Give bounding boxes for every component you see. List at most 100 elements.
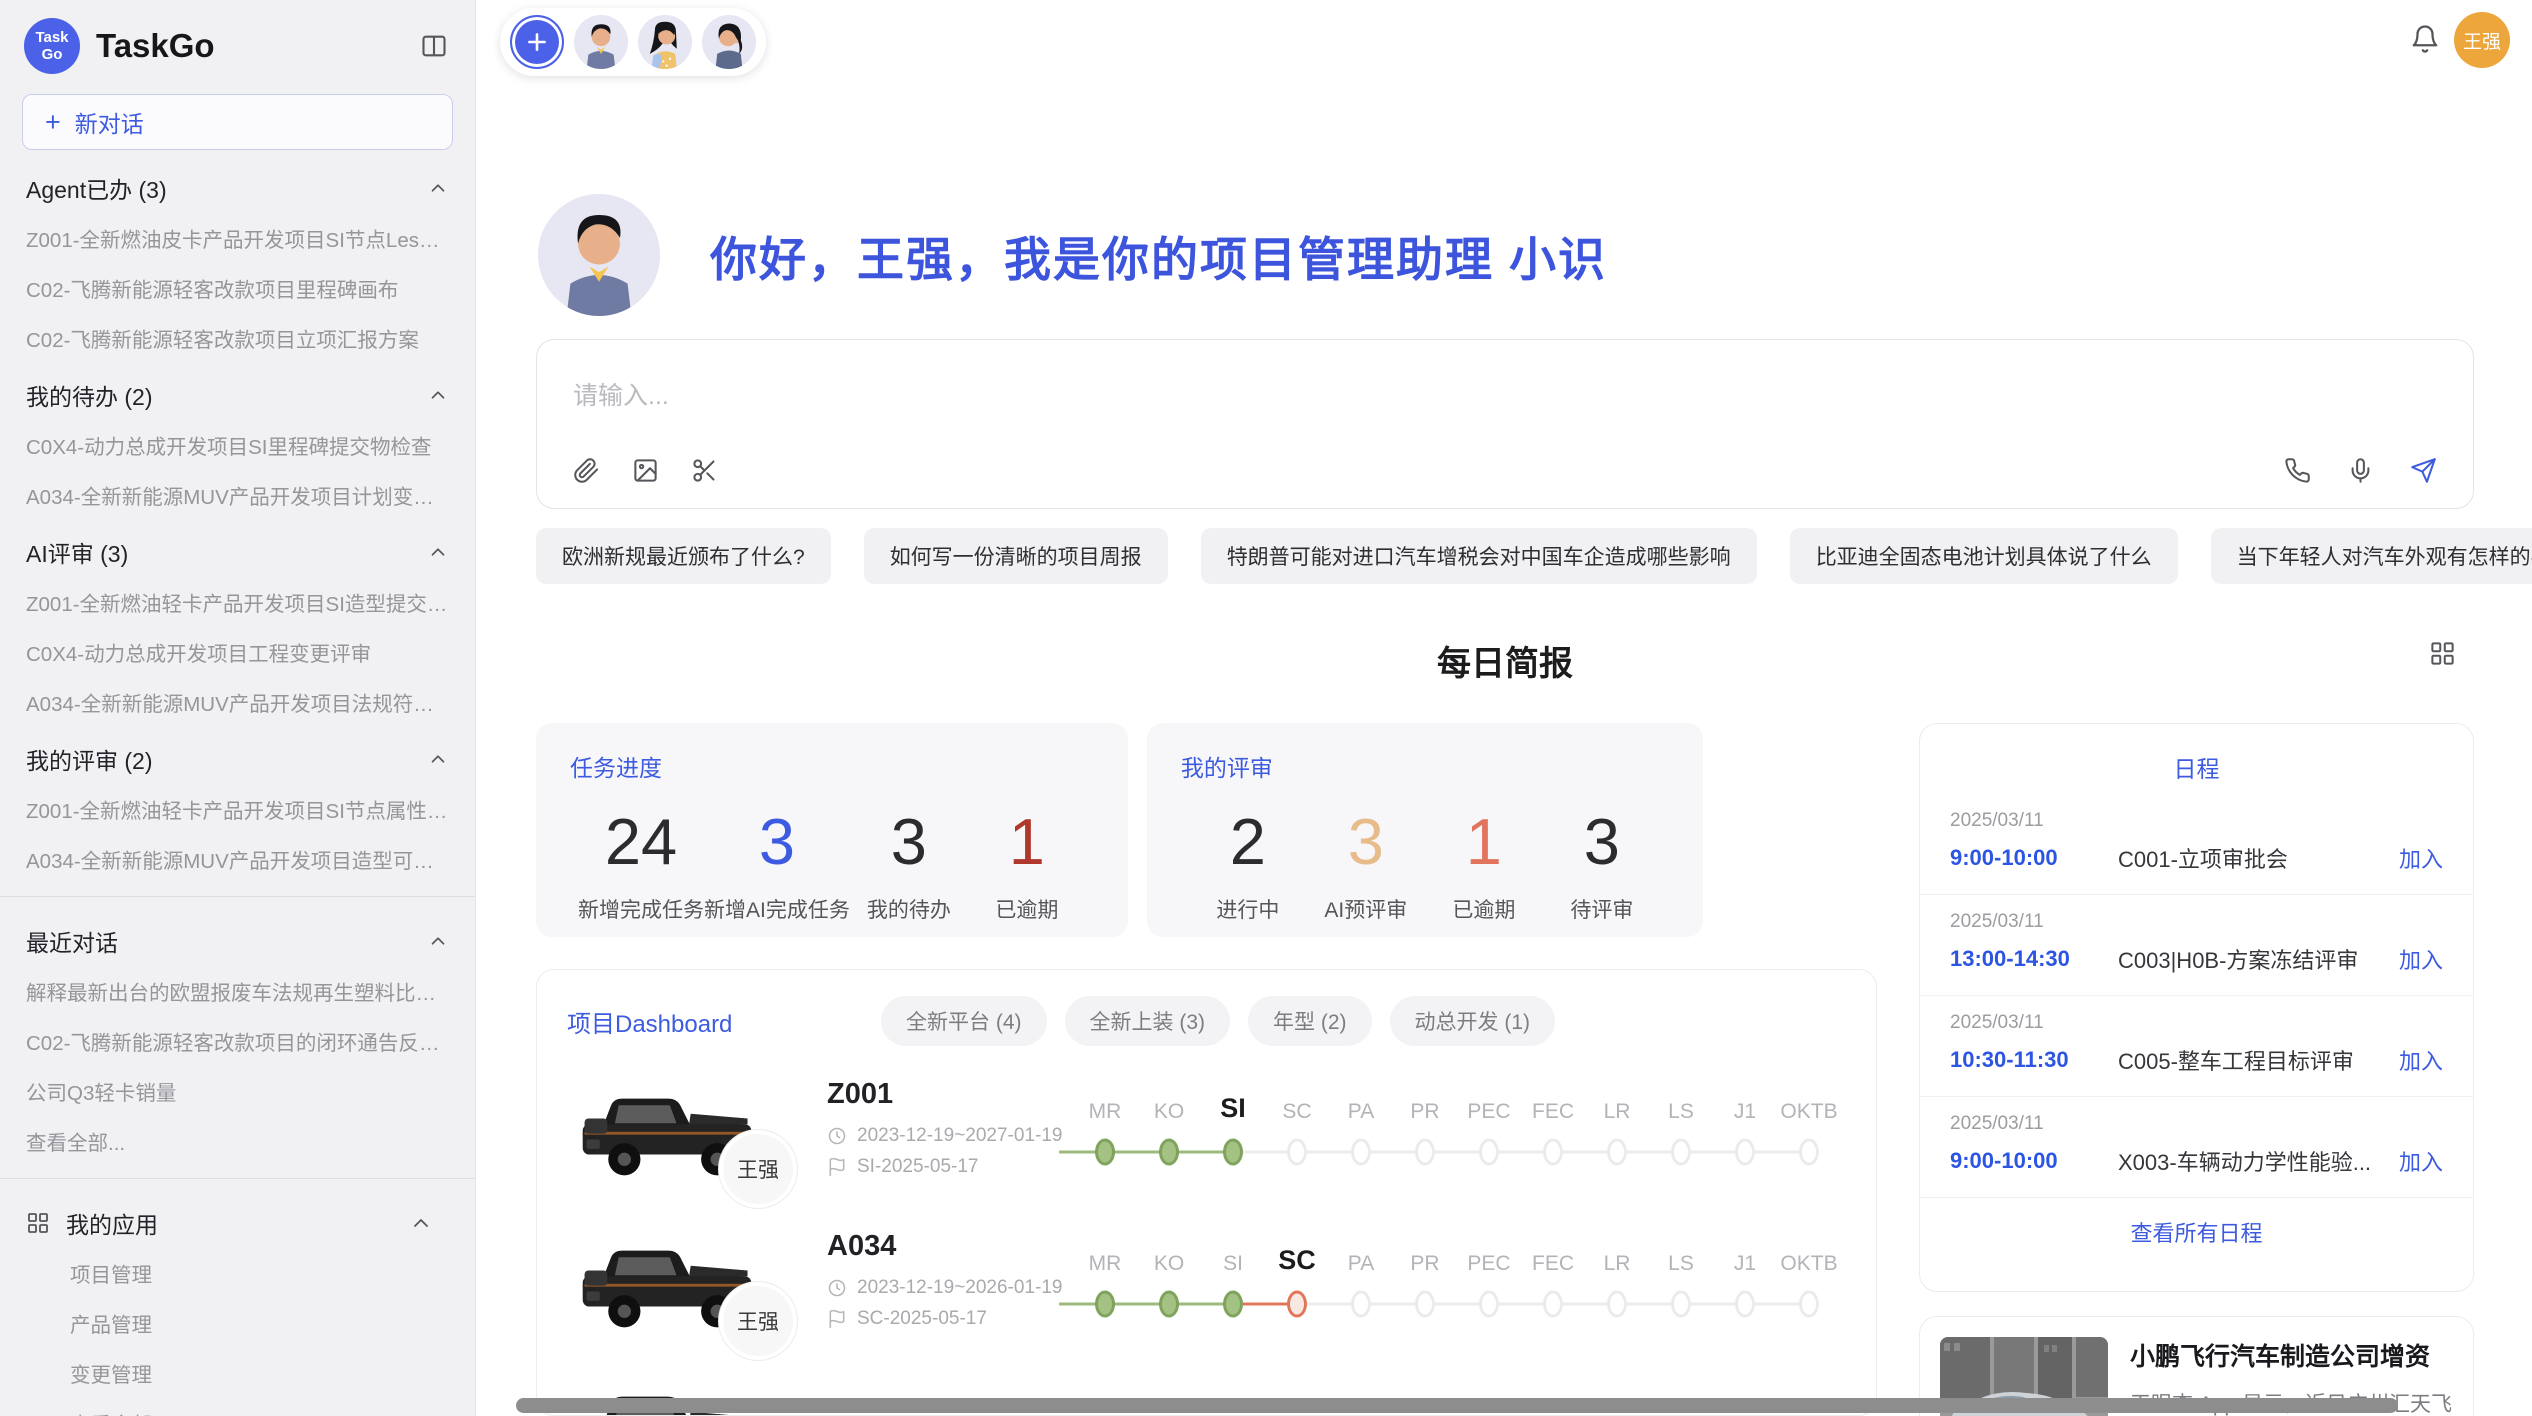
sidebar-task-item[interactable]: Z001-全新燃油轻卡产品开发项目SI节点属性5D文件评审	[0, 784, 475, 834]
milestone-dot	[1543, 1291, 1563, 1318]
schedule-card: 日程 2025/03/11 9:00-10:00 C001-立项审批会 加入	[1919, 723, 2474, 1292]
phone-icon[interactable]	[2284, 457, 2311, 484]
chevron-up-icon[interactable]	[427, 930, 449, 952]
recent-chat-item[interactable]: 公司Q3轻卡销量	[0, 1066, 475, 1116]
join-link[interactable]: 加入	[2399, 943, 2443, 975]
sidebar-task-item[interactable]: C02-飞腾新能源轻客改款项目立项汇报方案	[0, 313, 475, 363]
app-item[interactable]: 变更管理	[0, 1348, 475, 1398]
section-header[interactable]: 我的待办 (2)	[0, 363, 475, 420]
project-row[interactable]: 王强A0342023-12-19~2026-01-19SC-2025-05-17…	[537, 1204, 1876, 1356]
milestone: J1	[1713, 1082, 1777, 1174]
suggestion-chip[interactable]: 比亚迪全固态电池计划具体说了什么	[1790, 528, 2178, 584]
schedule-item[interactable]: 2025/03/11 10:30-11:30 C005-整车工程目标评审 加入	[1920, 996, 2473, 1097]
stat: 1 已逾期	[968, 805, 1086, 924]
app-item[interactable]: 项目管理	[0, 1248, 475, 1298]
milestone-track: MRKOSISCPAPRPECFECLRLSJ1OKTB	[1073, 1234, 1877, 1326]
project-row[interactable]: 王强Z0012023-12-19~2027-01-19SI-2025-05-17…	[537, 1052, 1876, 1204]
schedule-row: 9:00-10:00 X003-车辆动力学性能验... 加入	[1950, 1145, 2443, 1177]
schedule-item[interactable]: 2025/03/11 9:00-10:00 X003-车辆动力学性能验... 加…	[1920, 1097, 2473, 1198]
section-header[interactable]: AI评审 (3)	[0, 520, 475, 577]
recent-chat-item[interactable]: C02-飞腾新能源轻客改款项目的闭环通告反馈情况	[0, 1016, 475, 1066]
join-link[interactable]: 加入	[2399, 842, 2443, 874]
join-link[interactable]: 加入	[2399, 1145, 2443, 1177]
stat-label: 已逾期	[968, 894, 1086, 924]
stat-label: AI预评审	[1307, 894, 1425, 924]
section-header[interactable]: Agent已办 (3)	[0, 156, 475, 213]
input-toolbar	[573, 457, 2437, 484]
view-all-schedule-link[interactable]: 查看所有日程	[1920, 1198, 2473, 1266]
microphone-icon[interactable]	[2347, 457, 2374, 484]
sidebar-task-item[interactable]: Z001-全新燃油轻卡产品开发项目SI造型提交物评审	[0, 577, 475, 627]
milestone-label: PR	[1410, 1082, 1439, 1124]
chevron-up-icon[interactable]	[427, 384, 449, 406]
new-chat-button[interactable]: + 新对话	[22, 94, 453, 150]
suggestion-chip[interactable]: 如何写一份清晰的项目周报	[864, 528, 1168, 584]
app-item[interactable]: 产品管理	[0, 1298, 475, 1348]
task-sections: Agent已办 (3) Z001-全新燃油皮卡产品开发项目SI节点Lesson …	[0, 156, 475, 884]
milestone-label: SI	[1220, 1082, 1246, 1124]
dashboard-tab[interactable]: 全新上装 (3)	[1065, 996, 1231, 1046]
chevron-up-icon[interactable]	[427, 748, 449, 770]
sidebar-task-item[interactable]: Z001-全新燃油皮卡产品开发项目SI节点Lesson Learn报告	[0, 213, 475, 263]
my-apps-header[interactable]: 我的应用	[0, 1191, 475, 1248]
milestone-label: OKTB	[1780, 1234, 1837, 1276]
dashboard-tab[interactable]: 动总开发 (1)	[1390, 996, 1556, 1046]
image-icon[interactable]	[632, 457, 659, 484]
sidebar-task-item[interactable]: C02-飞腾新能源轻客改款项目里程碑画布	[0, 263, 475, 313]
sidebar-task-item[interactable]: C0X4-动力总成开发项目工程变更评审	[0, 627, 475, 677]
milestone: MR	[1073, 1082, 1137, 1174]
scissors-icon[interactable]	[691, 457, 718, 484]
horizontal-scrollbar[interactable]	[516, 1398, 2398, 1413]
dashboard-tab[interactable]: 全新平台 (4)	[881, 996, 1047, 1046]
schedule-item[interactable]: 2025/03/11 9:00-10:00 C001-立项审批会 加入	[1920, 794, 2473, 895]
milestone-label: MR	[1089, 1234, 1122, 1276]
suggestion-chip[interactable]: 当下年轻人对汽车外观有怎样的喜好趋势	[2211, 528, 2532, 584]
stat-label: 新增AI完成任务	[704, 894, 850, 924]
sidebar-task-item[interactable]: A034-全新新能源MUV产品开发项目计划变更表编写	[0, 470, 475, 520]
grid-layout-icon[interactable]	[2429, 640, 2456, 667]
app-item[interactable]: 查看全部..	[0, 1398, 475, 1416]
recent-chats-header[interactable]: 最近对话	[0, 909, 475, 966]
milestone-dot	[1415, 1291, 1435, 1318]
section-items: Z001-全新燃油轻卡产品开发项目SI造型提交物评审C0X4-动力总成开发项目工…	[0, 577, 475, 727]
stat-value: 3	[1307, 805, 1425, 880]
join-link[interactable]: 加入	[2399, 1044, 2443, 1076]
clock-icon	[827, 1126, 847, 1146]
chevron-up-icon[interactable]	[409, 1211, 433, 1235]
sidebar-task-item[interactable]: A034-全新新能源MUV产品开发项目造型可行性评审	[0, 834, 475, 884]
sidebar-collapse-icon[interactable]	[417, 29, 451, 63]
stat: 3 AI预评审	[1307, 805, 1425, 924]
project-owner-avatar: 王强	[719, 1282, 797, 1360]
schedule-item[interactable]: 2025/03/11 13:00-14:30 C003|H0B-方案冻结评审 加…	[1920, 895, 2473, 996]
sidebar-task-item[interactable]: A034-全新新能源MUV产品开发项目法规符合性评审	[0, 677, 475, 727]
dashboard-title: 项目Dashboard	[567, 1004, 881, 1039]
schedule-event-title: C005-整车工程目标评审	[2118, 1044, 2385, 1076]
recent-chat-item[interactable]: 解释最新出台的欧盟报废车法规再生塑料比例被调至15%...	[0, 966, 475, 1016]
right-column: 日程 2025/03/11 9:00-10:00 C001-立项审批会 加入	[1919, 723, 2474, 1416]
milestone-label: OKTB	[1780, 1082, 1837, 1124]
milestone-label: LS	[1668, 1234, 1694, 1276]
recent-view-all[interactable]: 查看全部...	[0, 1116, 475, 1166]
chevron-up-icon[interactable]	[427, 541, 449, 563]
send-icon[interactable]	[2410, 457, 2437, 484]
stat-label: 我的待办	[850, 894, 968, 924]
project-info: Z0012023-12-19~2027-01-19SI-2025-05-17	[827, 1078, 1073, 1178]
assistant-avatar	[538, 194, 660, 316]
section-title: AI评审 (3)	[26, 535, 427, 569]
section-header[interactable]: 我的评审 (2)	[0, 727, 475, 784]
stat-grid: 24 新增完成任务 3 新增AI完成任务	[570, 805, 1094, 924]
apps-grid-icon	[26, 1211, 50, 1235]
schedule-time: 13:00-14:30	[1950, 946, 2118, 972]
paperclip-icon[interactable]	[573, 457, 600, 484]
dashboard-tab[interactable]: 年型 (2)	[1248, 996, 1372, 1046]
suggestion-chip[interactable]: 欧洲新规最近颁布了什么?	[536, 528, 831, 584]
clock-icon	[827, 1278, 847, 1298]
chat-input[interactable]: 请输入...	[536, 339, 2474, 509]
milestone-dot	[1479, 1291, 1499, 1318]
stat-value: 1	[1425, 805, 1543, 880]
suggestion-chip[interactable]: 特朗普可能对进口汽车增税会对中国车企造成哪些影响	[1201, 528, 1757, 584]
sidebar-header: Task Go TaskGo	[0, 0, 475, 82]
sidebar-task-item[interactable]: C0X4-动力总成开发项目SI里程碑提交物检查	[0, 420, 475, 470]
milestone: FEC	[1521, 1082, 1585, 1174]
chevron-up-icon[interactable]	[427, 177, 449, 199]
